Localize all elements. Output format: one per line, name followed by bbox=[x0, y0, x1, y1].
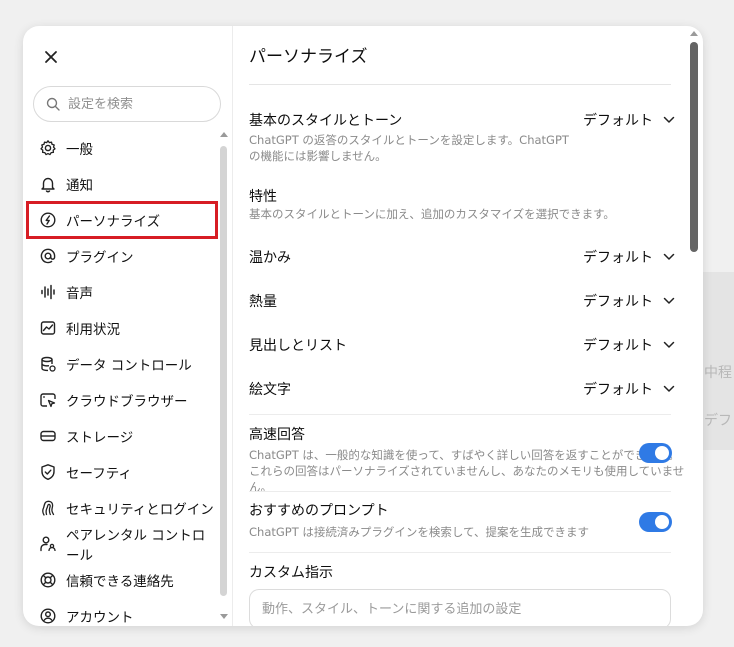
base-style-label: 基本のスタイルとトーン bbox=[249, 113, 403, 129]
sidebar-item-usage[interactable]: 利用状況 bbox=[27, 310, 217, 346]
content-scroll-up[interactable] bbox=[690, 31, 698, 36]
sidebar-item-plugins[interactable]: プラグイン bbox=[27, 238, 217, 274]
sidebar-item-personalize[interactable]: パーソナライズ bbox=[26, 201, 218, 239]
close-icon bbox=[45, 51, 57, 63]
emoji-label: 絵文字 bbox=[249, 382, 291, 398]
storage-icon bbox=[40, 430, 56, 442]
chart-icon bbox=[40, 321, 56, 335]
settings-modal: 一般 通知 パーソナライズ プラグイン 音声 利用状況 bbox=[23, 26, 703, 626]
base-style-dropdown[interactable]: デフォルト bbox=[583, 110, 675, 130]
sidebar-item-label: 音声 bbox=[66, 286, 93, 302]
settings-sidebar: 一般 通知 パーソナライズ プラグイン 音声 利用状況 bbox=[23, 26, 233, 626]
sidebar-item-account[interactable]: アカウント bbox=[27, 598, 217, 626]
search-box[interactable] bbox=[33, 86, 221, 122]
divider bbox=[249, 414, 671, 415]
sidebar-item-label: データ コントロール bbox=[66, 358, 192, 374]
gear-icon bbox=[40, 140, 56, 156]
chevron-down-icon bbox=[663, 341, 675, 348]
enthusiasm-label: 熱量 bbox=[249, 294, 277, 310]
settings-nav: 一般 通知 パーソナライズ プラグイン 音声 利用状況 データ コントロール ク… bbox=[26, 130, 218, 626]
search-input[interactable] bbox=[68, 96, 198, 112]
base-style-description-line: の機能には影響しません。 bbox=[249, 149, 387, 163]
sidebar-item-security-login[interactable]: セキュリティとログイン bbox=[27, 490, 217, 526]
traits-description: 基本のスタイルとトーンに加え、追加のカスタマイズを選択できます。 bbox=[249, 207, 615, 221]
sidebar-item-notifications[interactable]: 通知 bbox=[27, 166, 217, 202]
chevron-down-icon bbox=[663, 297, 675, 304]
sidebar-scroll-up[interactable] bbox=[220, 132, 228, 137]
sidebar-item-label: パーソナライズ bbox=[66, 214, 161, 230]
divider bbox=[249, 491, 671, 492]
search-icon bbox=[46, 97, 60, 111]
custom-instructions-input[interactable] bbox=[249, 589, 671, 626]
sidebar-item-trusted-contacts[interactable]: 信頼できる連絡先 bbox=[27, 562, 217, 598]
divider bbox=[249, 84, 671, 85]
sidebar-item-label: クラウドブラウザー bbox=[66, 394, 188, 410]
headings-dropdown[interactable]: デフォルト bbox=[583, 335, 675, 355]
settings-content: パーソナライズ 基本のスタイルとトーン デフォルト ChatGPT の返答のスタ… bbox=[233, 26, 703, 626]
enthusiasm-dropdown[interactable]: デフォルト bbox=[583, 291, 675, 311]
dropdown-value: デフォルト bbox=[583, 113, 653, 129]
sidebar-item-parental-controls[interactable]: ペアレンタル コントロール bbox=[27, 526, 217, 564]
warmth-dropdown[interactable]: デフォルト bbox=[583, 247, 675, 267]
lifebuoy-icon bbox=[40, 572, 56, 588]
suggested-prompts-label: おすすめのプロンプト bbox=[249, 503, 389, 519]
close-button[interactable] bbox=[37, 43, 65, 71]
security-icon bbox=[42, 500, 55, 516]
bell-icon bbox=[41, 177, 55, 193]
sidebar-item-label: セーフティ bbox=[66, 466, 132, 482]
dropdown-value: デフォルト bbox=[583, 294, 653, 310]
sidebar-item-label: ストレージ bbox=[66, 430, 134, 446]
background-text: 中程 bbox=[704, 365, 732, 381]
account-icon bbox=[40, 608, 56, 624]
sidebar-scrollbar[interactable] bbox=[220, 146, 227, 596]
shield-icon bbox=[41, 464, 55, 480]
sidebar-item-safety[interactable]: セーフティ bbox=[27, 454, 217, 490]
sidebar-item-label: セキュリティとログイン bbox=[66, 502, 214, 518]
content-scrollbar[interactable] bbox=[690, 42, 698, 252]
fast-answers-label: 高速回答 bbox=[249, 427, 305, 443]
sidebar-item-label: 一般 bbox=[66, 142, 93, 158]
emoji-dropdown[interactable]: デフォルト bbox=[583, 379, 675, 399]
base-style-description-line: ChatGPT の返答のスタイルとトーンを設定します。ChatGPT bbox=[249, 133, 569, 147]
warmth-label: 温かみ bbox=[249, 250, 291, 266]
sidebar-item-storage[interactable]: ストレージ bbox=[27, 418, 217, 454]
chevron-down-icon bbox=[663, 253, 675, 260]
suggested-prompts-description: ChatGPT は接続済みプラグインを検索して、提案を生成できます bbox=[249, 525, 589, 539]
background-text: デフ bbox=[704, 413, 732, 429]
sidebar-item-data-controls[interactable]: データ コントロール bbox=[27, 346, 217, 382]
toggle-knob bbox=[655, 446, 669, 460]
sidebar-item-label: プラグイン bbox=[66, 250, 134, 266]
fast-answers-description-line: ChatGPT は、一般的な知識を使って、すばやく詳しい回答を返すことができます… bbox=[249, 448, 680, 462]
chevron-down-icon bbox=[663, 385, 675, 392]
traits-label: 特性 bbox=[249, 189, 277, 205]
sidebar-item-label: 信頼できる連絡先 bbox=[66, 574, 174, 590]
dropdown-value: デフォルト bbox=[583, 382, 653, 398]
headings-label: 見出しとリスト bbox=[249, 338, 347, 354]
custom-instructions-label: カスタム指示 bbox=[249, 565, 333, 581]
personalize-icon bbox=[40, 212, 56, 228]
divider bbox=[249, 552, 671, 553]
suggested-prompts-toggle[interactable] bbox=[639, 512, 672, 532]
toggle-knob bbox=[655, 515, 669, 529]
sidebar-item-cloud-browser[interactable]: クラウドブラウザー bbox=[27, 382, 217, 418]
chevron-down-icon bbox=[663, 116, 675, 123]
sidebar-item-voice[interactable]: 音声 bbox=[27, 274, 217, 310]
database-icon bbox=[41, 356, 56, 372]
dropdown-value: デフォルト bbox=[583, 250, 653, 266]
cloud-browser-icon bbox=[40, 393, 56, 408]
page-title: パーソナライズ bbox=[249, 47, 368, 67]
voice-icon bbox=[41, 284, 55, 300]
dropdown-value: デフォルト bbox=[583, 338, 653, 354]
sidebar-scroll-down[interactable] bbox=[220, 614, 228, 619]
sidebar-item-general[interactable]: 一般 bbox=[27, 130, 217, 166]
sidebar-item-label: アカウント bbox=[66, 610, 134, 626]
parental-icon bbox=[40, 536, 56, 552]
sidebar-item-label: 利用状況 bbox=[66, 322, 120, 338]
at-icon bbox=[40, 248, 56, 264]
sidebar-item-label: ペアレンタル コントロール bbox=[66, 528, 206, 564]
fast-answers-toggle[interactable] bbox=[639, 443, 672, 463]
sidebar-item-label: 通知 bbox=[66, 178, 93, 194]
